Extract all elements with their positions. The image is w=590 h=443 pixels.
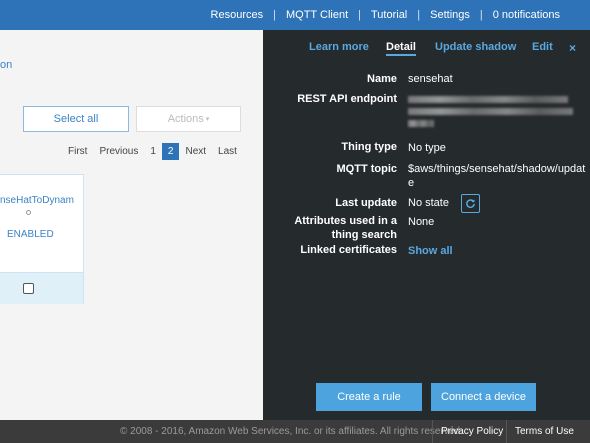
attributes-label-line1: Attributes used in a [294,215,397,227]
page-footer: © 2008 - 2016, Amazon Web Services, Inc.… [0,420,590,443]
tab-update-shadow[interactable]: Update shadow [435,41,516,53]
breadcrumb[interactable]: on [0,59,12,71]
actions-label: Actions [167,113,204,125]
name-value: sensehat [408,73,453,85]
pagination-last[interactable]: Last [212,143,243,160]
show-all-link[interactable]: Show all [408,244,453,259]
detail-tabs: Learn more Detail Update shadow Edit [263,41,590,59]
attributes-label-line2: thing search [331,229,397,241]
name-label: Name [367,73,397,85]
thing-card-footer [0,272,83,304]
thing-type-label: Thing type [341,141,397,153]
pagination-first[interactable]: First [62,143,93,160]
pagination: First Previous 1 2 Next Last [62,143,243,160]
linked-certificates-label: Linked certificates [300,244,397,256]
create-rule-label: Create a rule [337,391,401,403]
last-update-value: No state [408,197,449,209]
thing-card-checkbox[interactable] [23,283,34,294]
connect-device-button[interactable]: Connect a device [431,383,536,411]
connect-device-label: Connect a device [441,391,526,403]
attributes-value: None [408,216,435,228]
nav-notifications[interactable]: 0 notifications [483,9,590,21]
mqtt-topic-value-line2: e [408,177,415,189]
pagination-page-1[interactable]: 1 [144,143,162,160]
nav-settings[interactable]: Settings [420,9,480,21]
refresh-icon[interactable] [461,194,480,213]
thing-card[interactable]: nseHatToDynam ENABLED [0,174,84,304]
thing-status-dot [26,210,31,215]
terms-of-use-link[interactable]: Terms of Use [506,420,582,443]
things-list-area: on Select all Actions ▾ First Previous 1… [0,30,263,420]
create-rule-button[interactable]: Create a rule [316,383,422,411]
tab-detail[interactable]: Detail [386,41,416,56]
select-all-label: Select all [53,113,99,125]
top-nav-menu: Resources | MQTT Client | Tutorial | Set… [201,0,590,30]
thing-card-status: ENABLED [7,229,54,240]
pagination-next[interactable]: Next [179,143,212,160]
nav-tutorial[interactable]: Tutorial [361,9,417,21]
select-all-button[interactable]: Select all [23,106,129,132]
pagination-previous[interactable]: Previous [93,143,144,160]
privacy-policy-link[interactable]: Privacy Policy [432,420,511,443]
thing-card-name[interactable]: nseHatToDynam [0,195,84,206]
refresh-glyph [466,199,475,209]
caret-down-icon: ▾ [205,116,210,123]
mqtt-topic-label: MQTT topic [336,163,398,175]
top-navigation-bar: Resources | MQTT Client | Tutorial | Set… [0,0,590,30]
close-icon[interactable]: × [569,41,576,55]
tab-edit[interactable]: Edit [532,41,553,53]
thing-detail-panel: Learn more Detail Update shadow Edit × N… [263,30,590,420]
last-update-label: Last update [335,197,397,209]
nav-resources[interactable]: Resources [201,9,274,21]
copyright-text: © 2008 - 2016, Amazon Web Services, Inc.… [120,426,463,437]
mqtt-topic-value-line1: $aws/things/sensehat/shadow/updat [408,163,586,175]
actions-dropdown-button[interactable]: Actions ▾ [136,106,241,132]
endpoint-label: REST API endpoint [297,93,397,105]
tab-learn-more[interactable]: Learn more [309,41,369,53]
endpoint-value-redacted [408,96,573,132]
pagination-page-2[interactable]: 2 [161,143,180,160]
thing-type-value: No type [408,142,446,154]
nav-mqtt-client[interactable]: MQTT Client [276,9,358,21]
